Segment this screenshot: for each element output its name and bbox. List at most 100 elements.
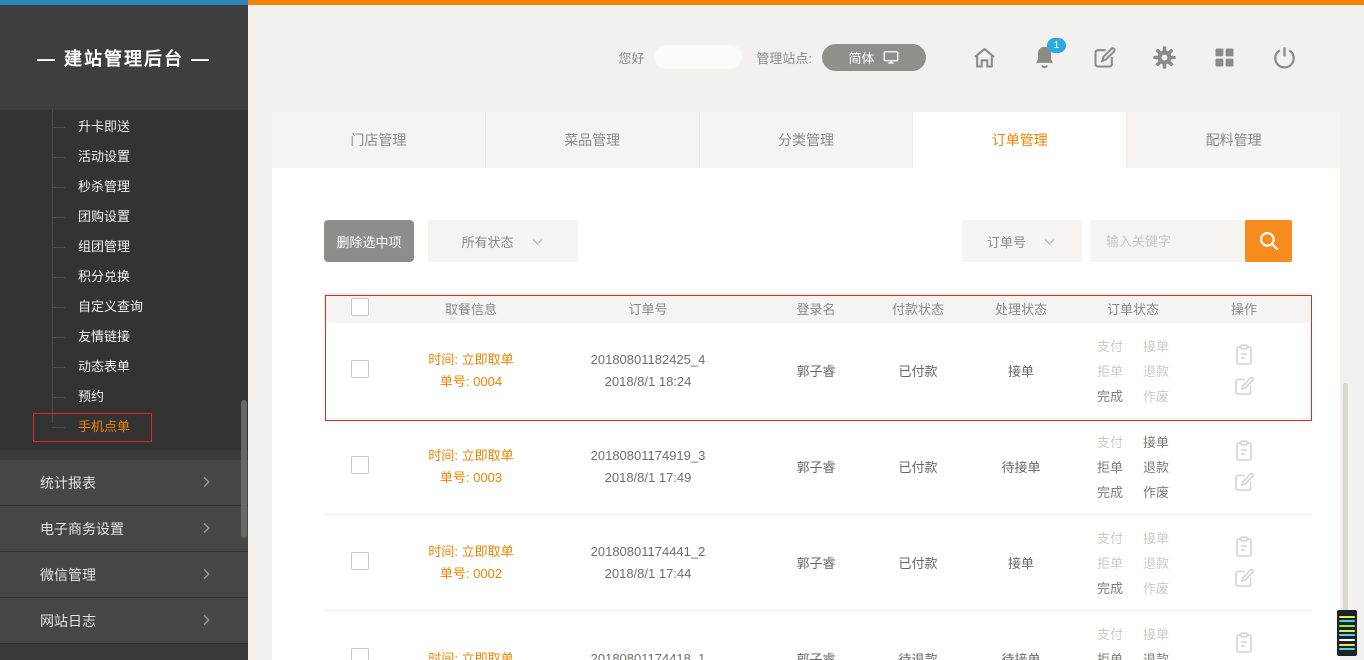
status-link-refund[interactable]: 退款 bbox=[1143, 361, 1169, 380]
grid-icon[interactable] bbox=[1211, 44, 1238, 71]
sidebar-item-links[interactable]: 友情链接 bbox=[0, 322, 248, 352]
status-link-refund[interactable]: 退款 bbox=[1143, 649, 1169, 660]
status-link-accept[interactable]: 接单 bbox=[1143, 336, 1169, 355]
table-header: 取餐信息 订单号 登录名 付款状态 处理状态 订单状态 操作 bbox=[324, 293, 1310, 323]
status-link-reject[interactable]: 拒单 bbox=[1097, 457, 1123, 476]
sidebar-item-groupbuy[interactable]: 团购设置 bbox=[0, 202, 248, 232]
gear-icon[interactable] bbox=[1151, 44, 1178, 71]
order-id: 20180801182425_4 bbox=[546, 349, 750, 371]
status-link-accept[interactable]: 接单 bbox=[1143, 528, 1169, 547]
sidebar-item-points[interactable]: 积分兑换 bbox=[0, 262, 248, 292]
app-title: — 建站管理后台 — bbox=[0, 5, 248, 110]
sidebar-scrollbar-thumb[interactable] bbox=[241, 400, 247, 538]
pickup-time: 时间: 立即取单 bbox=[396, 541, 546, 563]
status-link-reject[interactable]: 拒单 bbox=[1097, 361, 1123, 380]
edit-icon[interactable] bbox=[1232, 374, 1256, 398]
status-link-accept[interactable]: 接单 bbox=[1143, 624, 1169, 643]
select-all-checkbox[interactable] bbox=[351, 298, 369, 316]
status-link-reject[interactable]: 拒单 bbox=[1097, 649, 1123, 660]
delete-selected-button[interactable]: 删除选中项 bbox=[324, 220, 414, 262]
status-link-refund[interactable]: 退款 bbox=[1143, 457, 1169, 476]
row-checkbox[interactable] bbox=[351, 456, 369, 474]
order-id: 20180801174919_3 bbox=[546, 445, 750, 467]
monitor-icon bbox=[882, 48, 900, 66]
user-bar: 您好 管理站点: 简体 1 bbox=[248, 30, 1298, 84]
pay-status: 待退款 bbox=[882, 649, 954, 660]
status-link-void[interactable]: 作废 bbox=[1143, 386, 1169, 405]
sidebar-item-activity-settings[interactable]: 活动设置 bbox=[0, 142, 248, 172]
sidebar-item-group-manage[interactable]: 组团管理 bbox=[0, 232, 248, 262]
tab-ingredient-manage[interactable]: 配料管理 bbox=[1127, 112, 1340, 168]
sidebar-section-site-log[interactable]: 网站日志 bbox=[0, 598, 248, 644]
pickup-time: 时间: 立即取单 bbox=[396, 648, 546, 660]
edit-icon[interactable] bbox=[1232, 470, 1256, 494]
order-status-links: 支付 接单 拒单 退款 完成 作废 bbox=[1088, 528, 1178, 597]
row-checkbox[interactable] bbox=[351, 648, 369, 660]
sidebar-item-reservation[interactable]: 预约 bbox=[0, 382, 248, 412]
process-status: 待接单 bbox=[954, 649, 1088, 660]
status-link-void[interactable]: 作废 bbox=[1143, 482, 1169, 501]
sidebar-section-label: 统计报表 bbox=[40, 473, 96, 493]
home-icon[interactable] bbox=[971, 44, 998, 71]
status-link-refund[interactable]: 退款 bbox=[1143, 553, 1169, 572]
tab-label: 订单管理 bbox=[992, 130, 1048, 150]
sidebar-section-wechat[interactable]: 微信管理 bbox=[0, 552, 248, 598]
status-link-pay[interactable]: 支付 bbox=[1097, 336, 1123, 355]
status-link-void[interactable]: 作废 bbox=[1143, 578, 1169, 597]
sidebar-submenu: 升卡即送 活动设置 秒杀管理 团购设置 组团管理 积分兑换 自定义查询 友情链接… bbox=[0, 110, 248, 450]
page: — 建站管理后台 — 升卡即送 活动设置 秒杀管理 团购设置 组团管理 积分兑换… bbox=[0, 0, 1364, 660]
process-status: 接单 bbox=[954, 553, 1088, 572]
keyword-input[interactable] bbox=[1090, 220, 1253, 262]
sidebar-item-dynamic-form[interactable]: 动态表单 bbox=[0, 352, 248, 382]
search-button[interactable] bbox=[1245, 220, 1292, 262]
row-checkbox[interactable] bbox=[351, 552, 369, 570]
tab-dish-manage[interactable]: 菜品管理 bbox=[486, 112, 700, 168]
status-link-pay[interactable]: 支付 bbox=[1097, 528, 1123, 547]
process-status: 待接单 bbox=[954, 457, 1088, 476]
sidebar-section-label: 网站日志 bbox=[40, 611, 96, 631]
page-scrollbar-thumb[interactable] bbox=[1343, 383, 1348, 631]
status-filter-dropdown[interactable]: 所有状态 bbox=[428, 220, 578, 262]
status-link-complete[interactable]: 完成 bbox=[1097, 386, 1123, 405]
power-icon[interactable] bbox=[1271, 44, 1298, 71]
sidebar-section-ecommerce[interactable]: 电子商务设置 bbox=[0, 506, 248, 552]
tab-category-manage[interactable]: 分类管理 bbox=[700, 112, 914, 168]
sidebar-item-custom-query[interactable]: 自定义查询 bbox=[0, 292, 248, 322]
sidebar-item-label: 团购设置 bbox=[78, 209, 130, 224]
sidebar-sections: 统计报表 电子商务设置 微信管理 网站日志 bbox=[0, 450, 248, 644]
sidebar-item-card-gift[interactable]: 升卡即送 bbox=[0, 112, 248, 142]
compose-icon[interactable] bbox=[1091, 44, 1118, 71]
sidebar-section-stats[interactable]: 统计报表 bbox=[0, 460, 248, 506]
order-date: 2018/8/1 17:49 bbox=[546, 467, 750, 489]
tab-bar: 门店管理 菜品管理 分类管理 订单管理 配料管理 bbox=[272, 112, 1340, 168]
tab-store-manage[interactable]: 门店管理 bbox=[272, 112, 486, 168]
pay-status: 已付款 bbox=[882, 361, 954, 380]
status-link-complete[interactable]: 完成 bbox=[1097, 482, 1123, 501]
language-pill[interactable]: 简体 bbox=[822, 44, 926, 71]
order-date: 2018/8/1 18:24 bbox=[546, 371, 750, 393]
tab-label: 菜品管理 bbox=[564, 130, 620, 150]
bell-icon[interactable]: 1 bbox=[1031, 44, 1058, 71]
row-checkbox[interactable] bbox=[351, 360, 369, 378]
status-link-accept[interactable]: 接单 bbox=[1143, 432, 1169, 451]
status-link-complete[interactable]: 完成 bbox=[1097, 578, 1123, 597]
clipboard-icon[interactable] bbox=[1232, 631, 1256, 655]
clipboard-icon[interactable] bbox=[1232, 535, 1256, 559]
sidebar-item-label: 动态表单 bbox=[78, 359, 130, 374]
userbar-icons: 1 bbox=[971, 44, 1298, 71]
status-link-pay[interactable]: 支付 bbox=[1097, 432, 1123, 451]
status-link-reject[interactable]: 拒单 bbox=[1097, 553, 1123, 572]
order-id: 20180801174418_1 bbox=[546, 648, 750, 660]
username-blurred bbox=[654, 45, 742, 69]
login-name: 郭子睿 bbox=[750, 649, 882, 660]
clipboard-icon[interactable] bbox=[1232, 439, 1256, 463]
tab-order-manage[interactable]: 订单管理 bbox=[913, 112, 1127, 168]
status-link-pay[interactable]: 支付 bbox=[1097, 624, 1123, 643]
clipboard-icon[interactable] bbox=[1232, 343, 1256, 367]
search-field-dropdown[interactable]: 订单号 bbox=[962, 220, 1082, 262]
login-name: 郭子睿 bbox=[750, 457, 882, 476]
sidebar-item-seckill[interactable]: 秒杀管理 bbox=[0, 172, 248, 202]
edit-icon[interactable] bbox=[1232, 566, 1256, 590]
sidebar-item-mobile-order[interactable]: 手机点单 bbox=[0, 412, 248, 442]
sidebar-item-label: 预约 bbox=[78, 389, 104, 404]
